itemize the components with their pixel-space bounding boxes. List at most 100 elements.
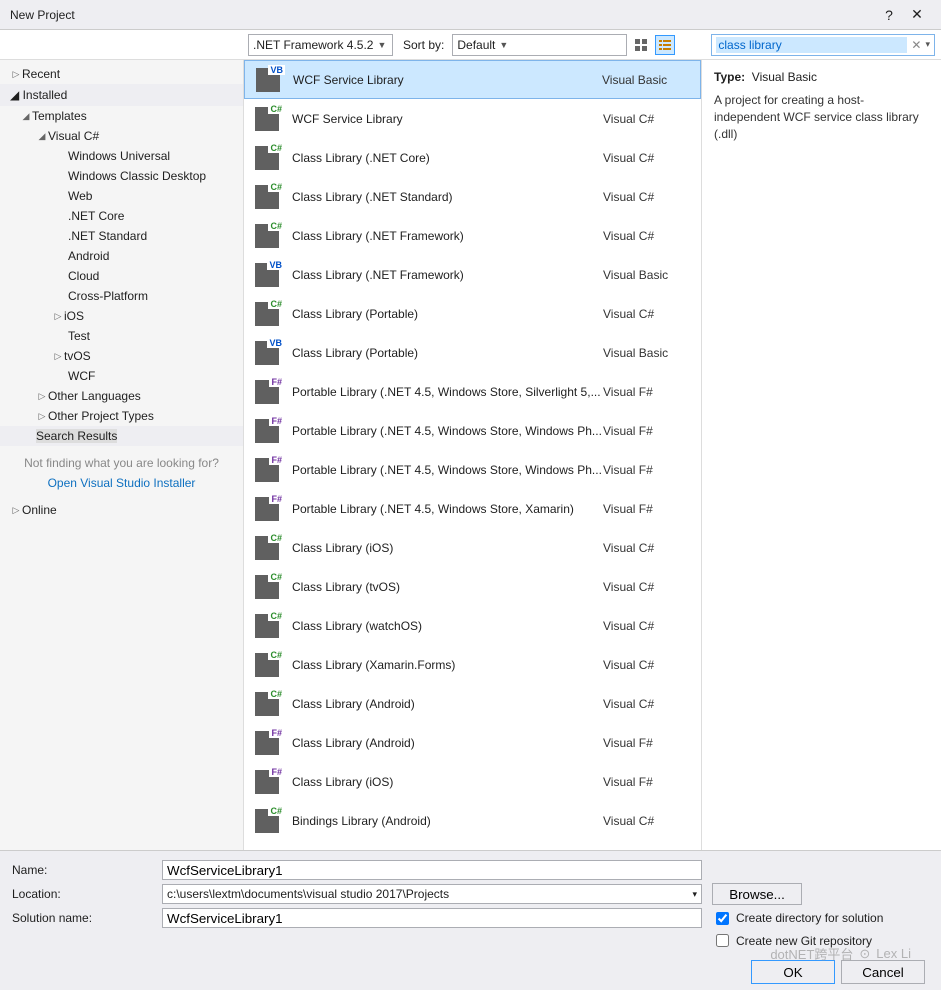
- sidebar: ▷Recent ◢ Installed ◢Templates ◢Visual C…: [0, 60, 244, 850]
- search-box[interactable]: ✕ ▾: [711, 34, 935, 56]
- close-icon[interactable]: ✕: [903, 6, 931, 23]
- sidebar-other-languages[interactable]: ▷Other Languages: [0, 386, 243, 406]
- sidebar-test[interactable]: Test: [0, 326, 243, 346]
- template-name: Portable Library (.NET 4.5, Windows Stor…: [292, 424, 603, 438]
- sidebar-net-core[interactable]: .NET Core: [0, 206, 243, 226]
- open-installer-link[interactable]: Open Visual Studio Installer: [14, 476, 229, 490]
- sidebar-online[interactable]: ▷Online: [0, 500, 243, 520]
- template-language: Visual F#: [603, 385, 693, 399]
- template-icon: [252, 611, 282, 641]
- location-combo[interactable]: c:\users\lextm\documents\visual studio 2…: [162, 884, 702, 904]
- solution-name-input[interactable]: [162, 908, 702, 928]
- clear-search-icon[interactable]: ✕: [907, 38, 925, 52]
- template-name: Class Library (.NET Framework): [292, 229, 603, 243]
- template-row[interactable]: Class Library (Portable) Visual Basic: [244, 333, 701, 372]
- template-icon: [253, 65, 283, 95]
- sidebar-templates[interactable]: ◢Templates: [0, 106, 243, 126]
- template-row[interactable]: Portable Library (.NET 4.5, Windows Stor…: [244, 411, 701, 450]
- chevron-down-icon: ▼: [377, 40, 386, 50]
- template-name: WCF Service Library: [293, 73, 602, 87]
- view-list-button[interactable]: [655, 35, 675, 55]
- sidebar-cloud[interactable]: Cloud: [0, 266, 243, 286]
- template-row[interactable]: WCF Service Library Visual C#: [244, 99, 701, 138]
- sidebar-windows-classic-desktop[interactable]: Windows Classic Desktop: [0, 166, 243, 186]
- create-git-checkbox[interactable]: [716, 934, 729, 947]
- search-input[interactable]: [716, 37, 907, 53]
- sidebar-ios[interactable]: ▷iOS: [0, 306, 243, 326]
- template-name: Class Library (.NET Standard): [292, 190, 603, 204]
- chevron-down-icon: ▾: [692, 889, 697, 900]
- template-language: Visual C#: [603, 580, 693, 594]
- template-row[interactable]: WCF Service Library Visual Basic: [244, 60, 701, 99]
- framework-dropdown[interactable]: .NET Framework 4.5.2 ▼: [248, 34, 393, 56]
- template-row[interactable]: Class Library (.NET Standard) Visual C#: [244, 177, 701, 216]
- sidebar-footer: Not finding what you are looking for? Op…: [0, 446, 243, 500]
- help-icon[interactable]: ?: [875, 7, 903, 23]
- browse-button[interactable]: Browse...: [712, 883, 802, 905]
- template-row[interactable]: Portable Library (.NET 4.5, Windows Stor…: [244, 450, 701, 489]
- template-language: Visual C#: [603, 190, 693, 204]
- template-row[interactable]: Portable Library (.NET 4.5, Windows Stor…: [244, 372, 701, 411]
- location-value: c:\users\lextm\documents\visual studio 2…: [167, 887, 449, 901]
- template-row[interactable]: Class Library (.NET Framework) Visual C#: [244, 216, 701, 255]
- template-row[interactable]: Class Library (.NET Framework) Visual Ba…: [244, 255, 701, 294]
- template-language: Visual C#: [603, 541, 693, 555]
- sidebar-net-standard[interactable]: .NET Standard: [0, 226, 243, 246]
- not-finding-label: Not finding what you are looking for?: [24, 456, 219, 470]
- project-name-input[interactable]: [162, 860, 702, 880]
- sidebar-web[interactable]: Web: [0, 186, 243, 206]
- chevron-down-icon: ▼: [499, 40, 508, 50]
- template-name: WCF Service Library: [292, 112, 603, 126]
- sidebar-visual-csharp[interactable]: ◢Visual C#: [0, 126, 243, 146]
- template-language: Visual C#: [603, 814, 693, 828]
- template-name: Class Library (Android): [292, 736, 603, 750]
- template-row[interactable]: Class Library (Android) Visual C#: [244, 684, 701, 723]
- sidebar-recent[interactable]: ▷Recent: [0, 64, 243, 84]
- template-icon: [252, 572, 282, 602]
- template-icon: [252, 533, 282, 563]
- sort-dropdown[interactable]: Default ▼: [452, 34, 627, 56]
- template-language: Visual C#: [603, 229, 693, 243]
- template-name: Class Library (Android): [292, 697, 603, 711]
- ok-button[interactable]: OK: [751, 960, 835, 984]
- template-name: Portable Library (.NET 4.5, Windows Stor…: [292, 385, 603, 399]
- template-row[interactable]: Class Library (.NET Core) Visual C#: [244, 138, 701, 177]
- template-list: WCF Service Library Visual Basic WCF Ser…: [244, 60, 701, 850]
- sidebar-wcf[interactable]: WCF: [0, 366, 243, 386]
- template-name: Class Library (Portable): [292, 346, 603, 360]
- template-name: Class Library (Xamarin.Forms): [292, 658, 603, 672]
- template-row[interactable]: Class Library (Xamarin.Forms) Visual C#: [244, 645, 701, 684]
- view-small-icons-button[interactable]: [631, 35, 651, 55]
- sidebar-windows-universal[interactable]: Windows Universal: [0, 146, 243, 166]
- sidebar-search-results[interactable]: Search Results: [0, 426, 243, 446]
- chevron-down-icon[interactable]: ▾: [925, 39, 930, 50]
- create-directory-checkbox[interactable]: [716, 912, 729, 925]
- template-language: Visual C#: [603, 151, 693, 165]
- window-title: New Project: [10, 8, 875, 22]
- template-name: Class Library (Portable): [292, 307, 603, 321]
- template-row[interactable]: Class Library (Portable) Visual C#: [244, 294, 701, 333]
- template-icon: [252, 221, 282, 251]
- template-row[interactable]: Class Library (Android) Visual F#: [244, 723, 701, 762]
- sidebar-tvos[interactable]: ▷tvOS: [0, 346, 243, 366]
- template-name: Class Library (watchOS): [292, 619, 603, 633]
- template-name: Class Library (iOS): [292, 541, 603, 555]
- template-row[interactable]: Bindings Library (Android) Visual C#: [244, 801, 701, 840]
- template-row[interactable]: Class Library (iOS) Visual C#: [244, 528, 701, 567]
- sidebar-installed[interactable]: ◢ Installed: [0, 84, 243, 106]
- cancel-button[interactable]: Cancel: [841, 960, 925, 984]
- template-language: Visual Basic: [603, 346, 693, 360]
- sidebar-cross-platform[interactable]: Cross-Platform: [0, 286, 243, 306]
- sidebar-other-project-types[interactable]: ▷Other Project Types: [0, 406, 243, 426]
- sidebar-android[interactable]: Android: [0, 246, 243, 266]
- template-language: Visual C#: [603, 658, 693, 672]
- sort-by-label: Sort by:: [403, 38, 444, 52]
- template-icon: [252, 767, 282, 797]
- template-icon: [252, 689, 282, 719]
- template-row[interactable]: Class Library (tvOS) Visual C#: [244, 567, 701, 606]
- template-row[interactable]: Portable Library (.NET 4.5, Windows Stor…: [244, 489, 701, 528]
- details-pane: Type: Visual Basic A project for creatin…: [701, 60, 941, 850]
- template-row[interactable]: Class Library (iOS) Visual F#: [244, 762, 701, 801]
- template-row[interactable]: Class Library (watchOS) Visual C#: [244, 606, 701, 645]
- template-name: Class Library (tvOS): [292, 580, 603, 594]
